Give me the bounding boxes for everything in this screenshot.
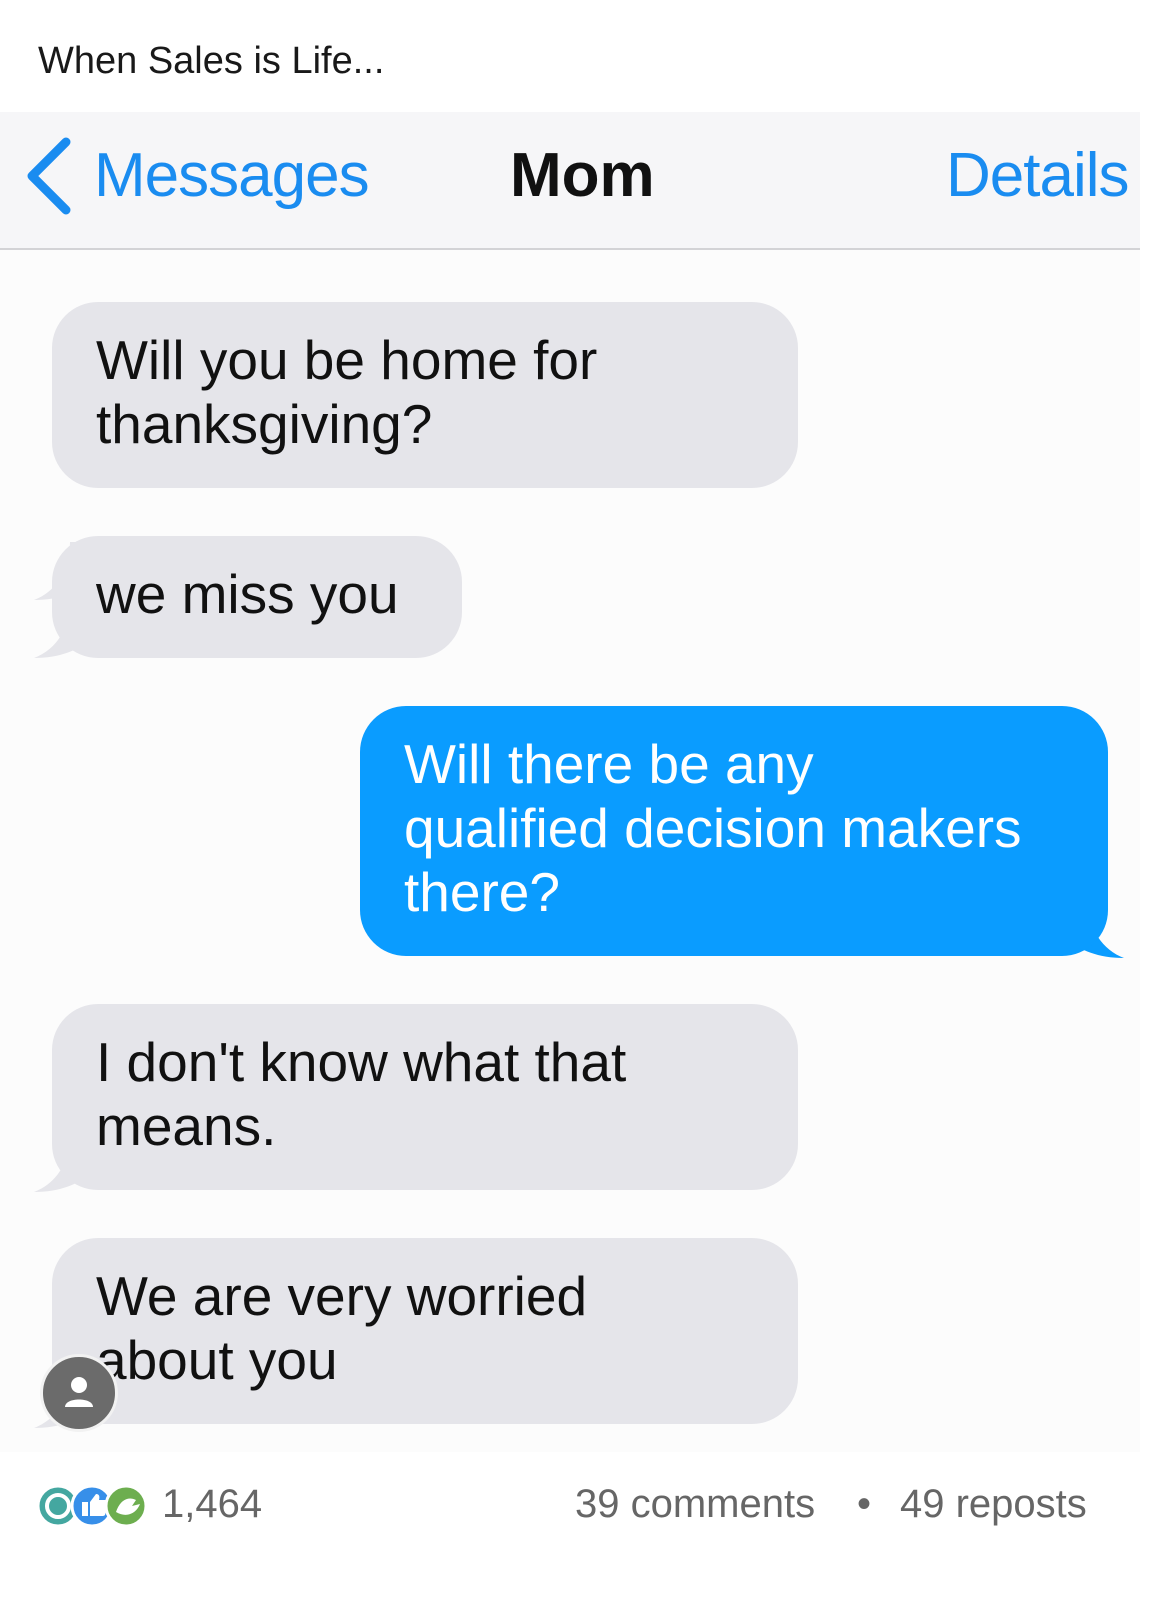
comments-link[interactable]: 39 comments: [575, 1482, 815, 1527]
reaction-count[interactable]: 1,464: [162, 1482, 262, 1527]
reaction-icons[interactable]: [36, 1482, 156, 1530]
message-line: I don't know what that: [96, 1031, 627, 1093]
details-button[interactable]: Details: [946, 140, 1130, 211]
message-bubble-incoming: I don't know what that means.: [52, 1004, 798, 1190]
reposts-link[interactable]: 49 reposts: [900, 1482, 1087, 1527]
social-counts-bar: 1,464 39 comments • 49 reposts: [0, 1470, 1170, 1550]
post-caption: When Sales is Life...: [38, 40, 385, 82]
message-line: about you: [96, 1329, 338, 1391]
message-bubble-outgoing: Will there be any qualified decision mak…: [360, 706, 1108, 956]
message-line: we miss you: [96, 563, 399, 625]
message-line: Will you be home for: [96, 329, 598, 391]
message-line: We are very worried: [96, 1265, 588, 1327]
contact-name: Mom: [510, 141, 655, 210]
back-button[interactable]: Messages: [94, 140, 370, 211]
message-bubble-incoming: Will you be home for thanksgiving?: [52, 302, 798, 488]
post-image[interactable]: Messages Mom Details Will you be home fo…: [0, 112, 1140, 1452]
person-icon: [65, 1377, 93, 1407]
message-bubble-incoming: We are very worried about you: [52, 1238, 798, 1424]
chevron-left-icon[interactable]: [22, 136, 78, 216]
imessage-navbar: Messages Mom Details: [0, 112, 1140, 250]
message-bubble-incoming: we miss you: [52, 536, 462, 658]
message-line: thanksgiving?: [96, 393, 433, 455]
message-line: qualified decision makers: [404, 797, 1022, 859]
message-line: means.: [96, 1095, 277, 1157]
avatar-button[interactable]: [40, 1354, 118, 1432]
message-line: there?: [404, 861, 560, 923]
separator-dot: •: [857, 1482, 872, 1526]
support-icon: [104, 1484, 148, 1528]
message-line: Will there be any: [404, 733, 814, 795]
